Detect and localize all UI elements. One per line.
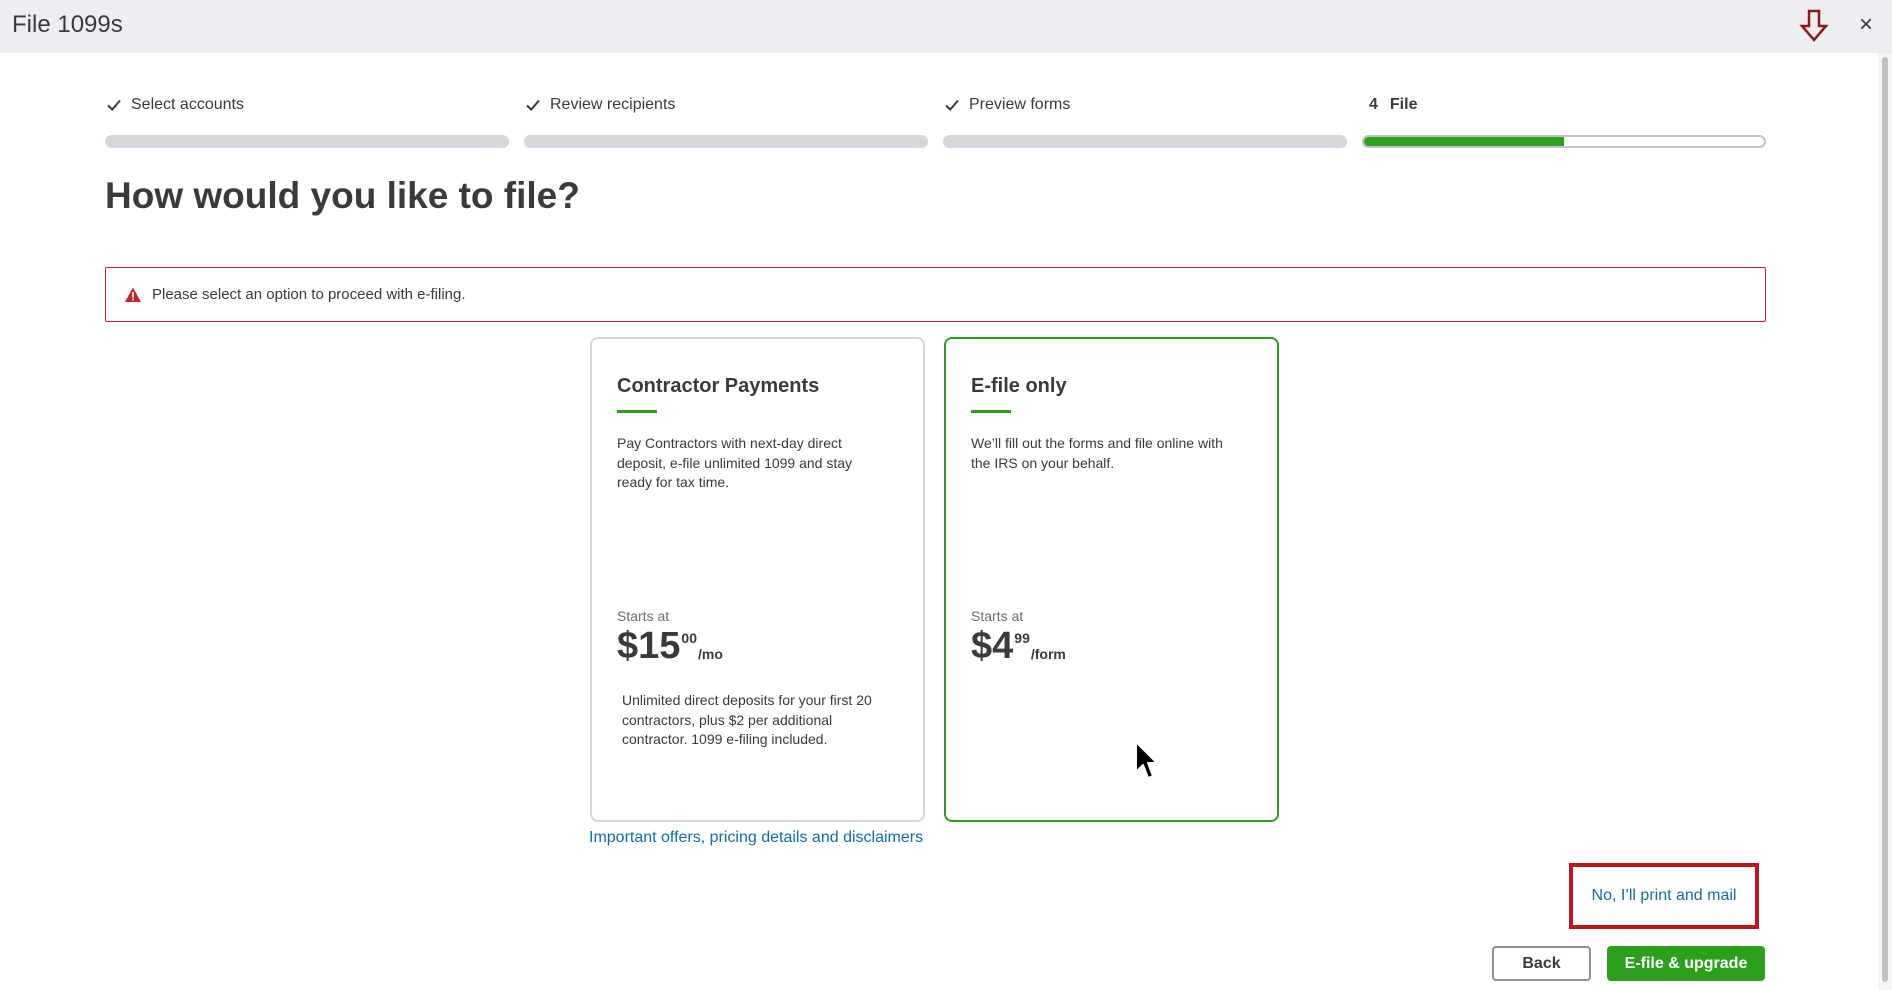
step-label: Review recipients	[550, 96, 676, 113]
offers-disclaimers-link[interactable]: Important offers, pricing details and di…	[589, 829, 923, 847]
plan-description: Pay Contractors with next-day direct dep…	[617, 435, 853, 490]
check-icon	[945, 99, 959, 111]
step-select-accounts: Select accounts	[105, 96, 509, 148]
price-main: $4	[971, 625, 1014, 667]
step-progress-bar	[943, 135, 1347, 148]
step-label: Preview forms	[969, 96, 1071, 113]
title-underline	[617, 410, 657, 413]
step-preview-forms: Preview forms	[943, 96, 1347, 148]
plan-note: Unlimited direct deposits for your first…	[622, 692, 872, 747]
price-cents: 00	[681, 630, 697, 646]
close-icon[interactable]: ×	[1855, 10, 1877, 40]
page-title: How would you like to file?	[105, 175, 580, 216]
window-header: File 1099s ×	[0, 0, 1892, 53]
check-icon	[107, 99, 121, 111]
step-label: File	[1389, 96, 1418, 113]
plan-price: $15 00 /mo	[617, 624, 723, 668]
scrollbar-thumb[interactable]	[1882, 57, 1888, 982]
step-label: Select accounts	[131, 96, 244, 113]
download-arrow-icon[interactable]	[1798, 8, 1830, 44]
plan-description: We’ll fill out the forms and file online…	[971, 435, 1223, 471]
step-progress-bar	[1362, 135, 1766, 148]
plan-price: $4 99 /form	[971, 624, 1066, 668]
price-unit: /form	[1030, 646, 1066, 662]
plan-card-contractor-payments[interactable]: Contractor Payments Pay Contractors with…	[590, 337, 925, 822]
efile-upgrade-button[interactable]: E-file & upgrade	[1607, 946, 1765, 981]
step-number: 4	[1369, 96, 1378, 113]
starts-at-label: Starts at	[617, 608, 670, 624]
starts-at-label: Starts at	[971, 608, 1024, 624]
window-title: File 1099s	[12, 11, 123, 38]
step-progress-bar	[524, 135, 928, 148]
warning-icon	[125, 287, 141, 302]
step-review-recipients: Review recipients	[524, 96, 928, 148]
step-progress-fill	[1364, 137, 1564, 146]
error-alert: Please select an option to proceed with …	[105, 267, 1766, 322]
plan-title: Contractor Payments	[617, 375, 820, 397]
plan-title: E-file only	[971, 375, 1067, 397]
plan-card-efile-only[interactable]: E-file only We’ll fill out the forms and…	[944, 337, 1279, 822]
step-progress-bar	[105, 135, 509, 148]
scrollbar[interactable]	[1878, 53, 1892, 990]
price-cents: 99	[1014, 630, 1030, 646]
title-underline	[971, 410, 1011, 413]
back-button[interactable]: Back	[1492, 946, 1591, 981]
alert-text: Please select an option to proceed with …	[152, 286, 466, 303]
check-icon	[526, 99, 540, 111]
mouse-cursor-icon	[1135, 741, 1158, 779]
price-main: $15	[617, 625, 681, 667]
step-file: 4 File	[1362, 96, 1766, 148]
print-and-mail-link[interactable]: No, I’ll print and mail	[1569, 863, 1759, 929]
price-unit: /mo	[697, 646, 723, 662]
